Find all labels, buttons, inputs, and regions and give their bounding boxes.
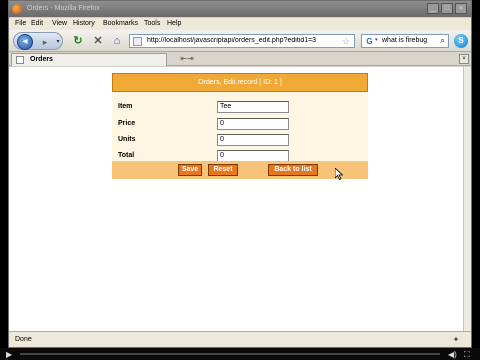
menu-bookmarks[interactable]: Bookmarks bbox=[103, 20, 138, 27]
browser-window: Orders - Mozilla Firefox _ □ × File Edit… bbox=[8, 0, 472, 348]
tab-label: Orders bbox=[30, 56, 53, 63]
home-icon[interactable]: ⌂ bbox=[110, 34, 124, 48]
search-bar[interactable]: G ▾ what is firebug ⌕ bbox=[361, 34, 449, 48]
back-arrow-icon[interactable]: ◂ bbox=[17, 34, 33, 50]
fullscreen-icon[interactable]: ⛶ bbox=[464, 350, 470, 360]
menu-history[interactable]: History bbox=[73, 20, 95, 27]
google-engine-icon[interactable]: G bbox=[364, 36, 375, 47]
video-player-bar: ▶ ◀) ⛶ bbox=[0, 348, 480, 360]
back-to-list-button[interactable]: Back to list bbox=[268, 164, 318, 176]
tab-strip: Orders ⇤⇥ × bbox=[9, 52, 471, 66]
close-tab-button[interactable]: × bbox=[459, 54, 469, 64]
stop-icon[interactable]: ✕ bbox=[91, 34, 105, 48]
form-header: Orders, Edit record [ ID: 1 ] bbox=[112, 73, 368, 92]
reload-icon[interactable]: ↻ bbox=[71, 34, 85, 48]
item-input[interactable]: Tee bbox=[217, 101, 289, 113]
forward-arrow-icon[interactable]: ▸ bbox=[38, 36, 52, 48]
firebug-icon[interactable]: ✦ bbox=[451, 335, 461, 345]
url-text[interactable]: http://localhost/javascriptapi/orders_ed… bbox=[147, 37, 327, 44]
magnifier-icon[interactable]: ⌕ bbox=[440, 35, 445, 46]
url-bar[interactable]: http://localhost/javascriptapi/orders_ed… bbox=[129, 34, 355, 48]
back-forward-group: ◂ ▸ ▾ bbox=[13, 32, 63, 50]
field-label: Item bbox=[118, 103, 133, 110]
field-row-item: Item Tee bbox=[112, 99, 368, 115]
title-bar: Orders - Mozilla Firefox _ □ × bbox=[9, 1, 471, 17]
navigation-toolbar: ◂ ▸ ▾ ↻ ✕ ⌂ http://localhost/javascripta… bbox=[9, 30, 471, 52]
reset-button[interactable]: Reset bbox=[208, 164, 238, 176]
skype-icon[interactable]: S bbox=[454, 34, 468, 48]
page-content: Orders, Edit record [ ID: 1 ] Item Tee P… bbox=[9, 67, 465, 331]
window-title: Orders - Mozilla Firefox bbox=[27, 5, 100, 12]
tab-list-icon[interactable]: ⇤⇥ bbox=[179, 54, 195, 64]
field-row-price: Price 0 bbox=[112, 116, 368, 132]
field-label: Price bbox=[118, 120, 136, 127]
tab-orders[interactable]: Orders bbox=[11, 53, 167, 66]
menu-file[interactable]: File bbox=[15, 20, 26, 27]
minimize-button[interactable]: _ bbox=[427, 3, 439, 14]
menu-tools[interactable]: Tools bbox=[144, 20, 160, 27]
menu-edit[interactable]: Edit bbox=[31, 20, 43, 27]
site-favicon-icon bbox=[133, 37, 142, 46]
history-dropdown-icon[interactable]: ▾ bbox=[54, 37, 62, 47]
edit-record-form: Orders, Edit record [ ID: 1 ] Item Tee P… bbox=[112, 73, 368, 179]
engine-dropdown-icon[interactable]: ▾ bbox=[375, 37, 378, 43]
play-icon[interactable]: ▶ bbox=[6, 350, 12, 359]
bookmark-star-icon[interactable]: ☆ bbox=[342, 36, 350, 47]
volume-icon[interactable]: ◀) bbox=[448, 350, 457, 359]
units-input[interactable]: 0 bbox=[217, 134, 289, 146]
status-text: Done bbox=[15, 336, 32, 343]
price-input[interactable]: 0 bbox=[217, 118, 289, 130]
field-label: Units bbox=[118, 136, 136, 143]
close-window-button[interactable]: × bbox=[455, 3, 467, 14]
menu-help[interactable]: Help bbox=[167, 20, 181, 27]
firefox-logo-icon bbox=[12, 4, 22, 14]
tab-favicon-icon bbox=[16, 56, 24, 64]
vertical-scrollbar[interactable] bbox=[463, 67, 471, 331]
menu-view[interactable]: View bbox=[52, 20, 67, 27]
save-button[interactable]: Save bbox=[178, 164, 202, 176]
mouse-cursor-icon bbox=[335, 168, 343, 180]
field-row-units: Units 0 bbox=[112, 132, 368, 148]
form-button-bar: Save Reset Back to list bbox=[112, 161, 368, 179]
status-bar: Done ✦ bbox=[9, 331, 471, 347]
menu-bar: File Edit View History Bookmarks Tools H… bbox=[9, 18, 471, 30]
field-label: Total bbox=[118, 152, 135, 159]
search-input[interactable]: what is firebug bbox=[382, 37, 427, 44]
video-progress-bar[interactable] bbox=[20, 353, 440, 355]
maximize-button[interactable]: □ bbox=[441, 3, 453, 14]
